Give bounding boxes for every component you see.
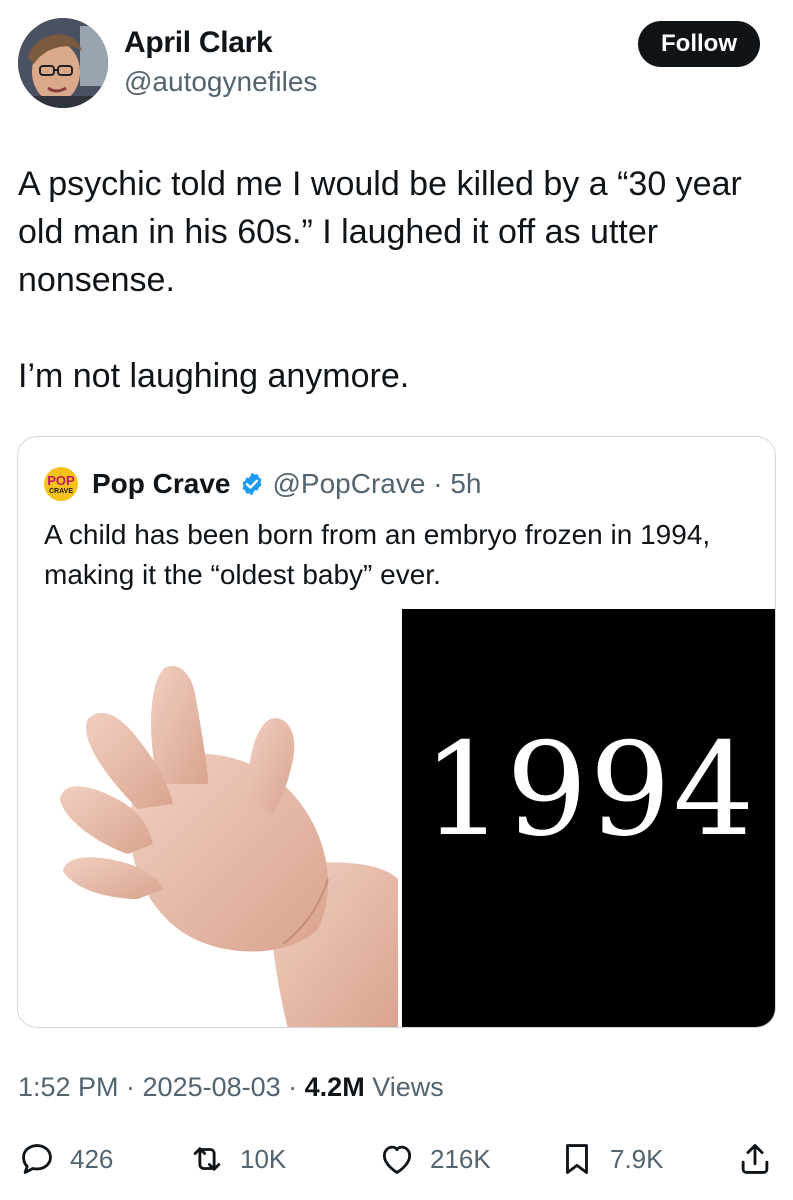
repost-count: 10K xyxy=(240,1143,287,1174)
author-block: April Clark @autogynefiles xyxy=(124,26,317,98)
quoted-tweet[interactable]: POP CRAVE Pop Crave @PopCrave · 5h A chi… xyxy=(17,436,776,1028)
tweet-text: A psychic told me I would be killed by a… xyxy=(18,160,778,400)
reply-icon xyxy=(22,1144,52,1174)
views-count: 4.2M xyxy=(304,1072,365,1102)
year-image-text: 1994 xyxy=(422,716,757,865)
tweet-paragraph: I’m not laughing anymore. xyxy=(18,357,410,395)
like-icon xyxy=(382,1145,412,1174)
tweet-meta: 1:52 PM · 2025-08-03 · 4.2M Views xyxy=(18,1072,444,1103)
views-label: Views xyxy=(364,1072,444,1102)
pop-crave-logo[interactable]: POP CRAVE xyxy=(44,467,78,501)
logo-text-top: POP xyxy=(47,472,75,488)
logo-text-bottom: CRAVE xyxy=(49,487,73,495)
action-bar: 426 10K 216K 7.9K xyxy=(18,1134,778,1184)
quoted-author-handle[interactable]: @PopCrave · 5h xyxy=(273,468,482,500)
quoted-tweet-text: A child has been born from an embryo fro… xyxy=(44,519,711,590)
verified-badge-icon xyxy=(241,472,262,496)
year-image: 1994 xyxy=(402,609,775,1027)
reply-button[interactable]: 426 xyxy=(18,1134,113,1184)
like-button[interactable]: 216K xyxy=(378,1134,491,1184)
bookmark-button[interactable]: 7.9K xyxy=(558,1134,664,1184)
baby-hand-image xyxy=(18,609,398,1027)
bookmark-count: 7.9K xyxy=(610,1143,664,1174)
quoted-tweet-media[interactable]: 1994 xyxy=(18,609,775,1027)
tweet-paragraph: A psychic told me I would be killed by a… xyxy=(18,165,742,299)
like-count: 216K xyxy=(430,1143,491,1174)
bookmark-icon xyxy=(566,1144,588,1174)
repost-icon xyxy=(193,1147,221,1171)
quoted-author-name[interactable]: Pop Crave xyxy=(92,468,231,500)
share-button[interactable] xyxy=(736,1134,774,1184)
author-handle[interactable]: @autogynefiles xyxy=(124,66,317,98)
author-name[interactable]: April Clark xyxy=(124,26,317,60)
quoted-tweet-header: POP CRAVE Pop Crave @PopCrave · 5h xyxy=(44,467,481,501)
follow-button[interactable]: Follow xyxy=(638,21,760,67)
avatar[interactable] xyxy=(18,18,108,108)
reply-count: 426 xyxy=(70,1143,114,1174)
repost-button[interactable]: 10K xyxy=(188,1134,286,1184)
share-icon xyxy=(741,1144,769,1174)
timestamp[interactable]: 1:52 PM · 2025-08-03 · xyxy=(18,1072,305,1102)
